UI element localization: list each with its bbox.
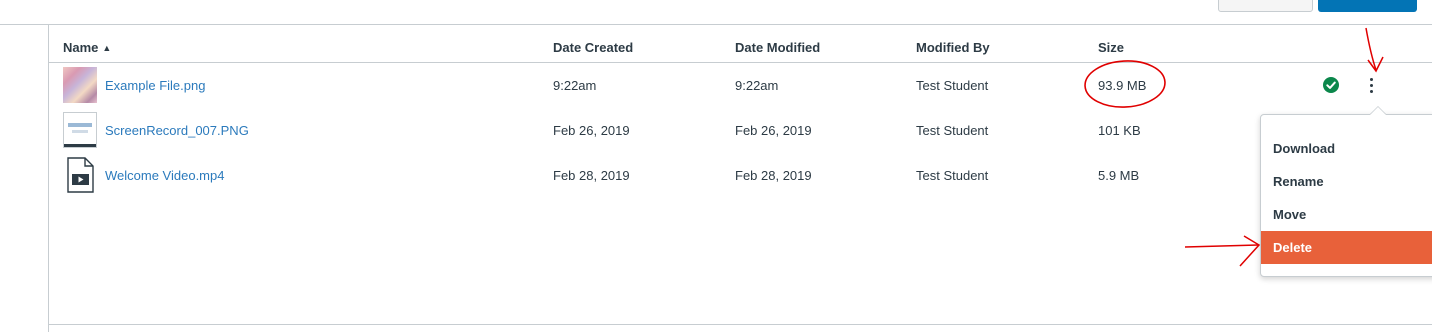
table-bottom-divider [48, 324, 1432, 325]
date-modified-cell: Feb 28, 2019 [735, 168, 812, 183]
modified-by-cell: Test Student [916, 168, 989, 183]
video-file-icon[interactable] [63, 157, 97, 193]
size-cell: 101 KB [1098, 123, 1141, 138]
toolbar-divider [0, 24, 1432, 25]
upload-button[interactable] [1318, 0, 1417, 12]
column-header-size[interactable]: Size [1098, 40, 1124, 55]
delete-pointer-arrowhead [1239, 235, 1261, 267]
modified-by-cell: Test Student [916, 78, 989, 93]
file-name-link[interactable]: ScreenRecord_007.PNG [105, 123, 249, 138]
date-created-cell: Feb 26, 2019 [553, 123, 630, 138]
table-row[interactable]: ScreenRecord_007.PNG Feb 26, 2019 Feb 26… [49, 108, 1432, 153]
column-header-name-label: Name [63, 40, 99, 55]
size-cell: 5.9 MB [1098, 168, 1140, 183]
kebab-menu-icon[interactable] [1365, 76, 1379, 94]
modified-by-cell: Test Student [916, 123, 989, 138]
menu-caret-fill [1370, 107, 1386, 115]
file-actions-menu: Download Rename Move Delete [1260, 114, 1432, 277]
menu-item-rename[interactable]: Rename [1261, 165, 1432, 198]
menu-item-download[interactable]: Download [1261, 132, 1432, 165]
menu-item-move[interactable]: Move [1261, 198, 1432, 231]
screenshot-thumbnail[interactable] [63, 112, 97, 148]
table-header: Name ▲ Date Created Date Modified Modifie… [49, 35, 1432, 63]
date-created-cell: 9:22am [553, 78, 597, 93]
date-modified-cell: Feb 26, 2019 [735, 123, 812, 138]
delete-pointer-arrow [1184, 244, 1259, 248]
image-thumbnail[interactable] [63, 67, 97, 103]
sort-ascending-icon: ▲ [102, 43, 112, 53]
table-row[interactable]: Example File.png 9:22am 9:22am Test Stud… [49, 63, 1432, 108]
column-header-date-modified[interactable]: Date Modified [735, 40, 820, 55]
column-header-date-created[interactable]: Date Created [553, 40, 633, 55]
file-name-link[interactable]: Example File.png [105, 78, 205, 93]
date-created-cell: Feb 28, 2019 [553, 168, 630, 183]
menu-item-delete[interactable]: Delete [1261, 231, 1432, 264]
table-row[interactable]: Welcome Video.mp4 Feb 28, 2019 Feb 28, 2… [49, 153, 1432, 198]
check-circle-icon[interactable] [1323, 77, 1339, 93]
date-modified-cell: 9:22am [735, 78, 779, 93]
column-header-name[interactable]: Name ▲ [63, 40, 111, 55]
file-name-link[interactable]: Welcome Video.mp4 [105, 168, 224, 183]
top-toolbar-button[interactable] [1218, 0, 1313, 12]
size-cell: 93.9 MB [1098, 78, 1147, 93]
column-header-modified-by[interactable]: Modified By [916, 40, 990, 55]
